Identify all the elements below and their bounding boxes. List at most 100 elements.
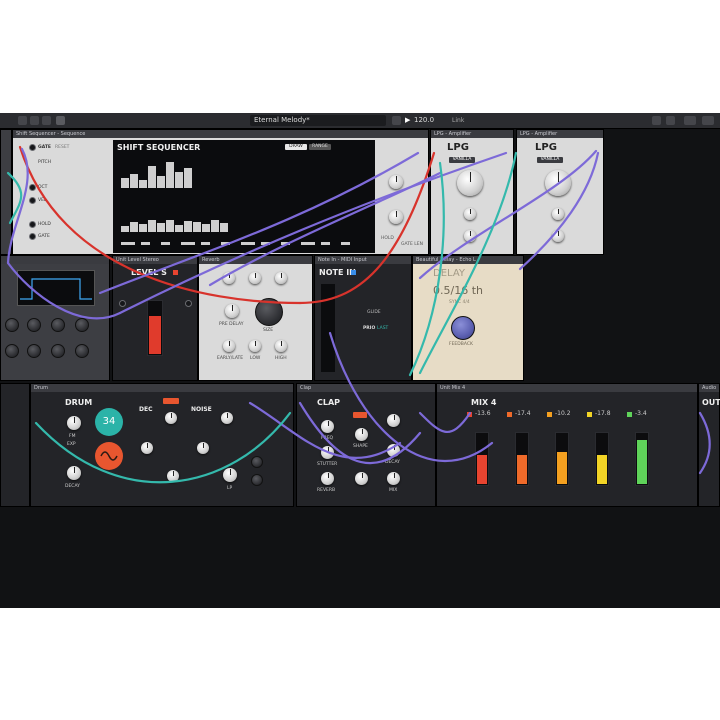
lpg-mode-badge[interactable]: VANILLA (537, 157, 563, 163)
velocity-step[interactable] (139, 224, 147, 232)
module-header[interactable] (1, 256, 109, 264)
velocity-step[interactable] (121, 226, 129, 232)
osc-knob-7[interactable] (51, 344, 65, 358)
mix-channel-strip[interactable]: -17.8 (585, 410, 619, 502)
oct-jack[interactable] (29, 184, 36, 191)
last-value[interactable]: LAST (377, 326, 388, 331)
noise-knob-2[interactable] (221, 412, 233, 424)
mix-channel-strip[interactable]: -13.6 (465, 410, 499, 502)
lpg-cutoff-knob[interactable] (545, 170, 571, 196)
osc-knob-8[interactable] (75, 344, 89, 358)
clap-mix-knob[interactable] (387, 472, 400, 485)
pitch-step[interactable] (130, 174, 138, 188)
gate-step[interactable] (221, 242, 230, 245)
reverb-knob-2[interactable] (249, 272, 261, 284)
module-header[interactable]: Shift Sequencer - Sequence (13, 130, 428, 138)
velocity-step[interactable] (202, 224, 210, 232)
pitch-display[interactable]: 34 (95, 408, 123, 436)
velocity-step[interactable] (130, 222, 138, 232)
velocity-step[interactable] (175, 225, 183, 232)
lpg-mode-badge[interactable]: VANILLA (449, 157, 475, 163)
gate-step[interactable] (141, 242, 150, 245)
module-header[interactable]: Note In - MIDI Input (315, 256, 411, 264)
gate-step[interactable] (301, 242, 315, 245)
project-title[interactable]: Eternal Melody* (250, 115, 386, 126)
help-icon[interactable] (666, 116, 675, 125)
pitch-step[interactable] (184, 168, 192, 188)
module-header[interactable]: Drum (31, 384, 293, 392)
module-header[interactable]: Clap (297, 384, 435, 392)
osc-knob-3[interactable] (51, 318, 65, 332)
clap-mode-chip[interactable] (353, 412, 367, 418)
note-in-module[interactable]: Note In - MIDI Input NOTE IN GLIDE PRIO … (314, 255, 412, 381)
osc-knob-6[interactable] (27, 344, 41, 358)
menu-icon[interactable] (18, 116, 27, 125)
clap-module[interactable]: Clap CLAP FREQ SHAPE STUTTER DECAY REVER… (296, 383, 436, 507)
drum-mode-chip[interactable] (163, 398, 179, 404)
dec-knob-1[interactable] (165, 412, 177, 424)
dec-knob-2[interactable] (141, 442, 153, 454)
level-out-jack[interactable] (185, 300, 192, 307)
drum-decay-knob[interactable] (67, 466, 81, 480)
mix-channel-strip[interactable]: -10.2 (545, 410, 579, 502)
velocity-step[interactable] (193, 222, 201, 232)
delay-time-value[interactable]: 0.5/16 th (433, 284, 483, 297)
pitch-step[interactable] (121, 178, 129, 188)
gate-step[interactable] (181, 242, 195, 245)
delay-module[interactable]: Beautiful Delay - Echo L DELAY 0.5/16 th… (412, 255, 524, 381)
pitch-step[interactable] (175, 172, 183, 188)
draw-button[interactable]: DRAW (285, 144, 307, 150)
drum-knob-3[interactable] (167, 470, 179, 482)
window-icon[interactable] (702, 116, 714, 125)
sequencer-display[interactable]: SHIFT SEQUENCER DRAW RANGE (113, 140, 375, 253)
gate-out-jack[interactable] (29, 233, 36, 240)
pitch-step[interactable] (139, 180, 147, 188)
osc-knob-1[interactable] (5, 318, 19, 332)
gate-step[interactable] (241, 242, 255, 245)
clap-decay-knob[interactable] (387, 444, 400, 457)
drum-module[interactable]: Drum DRUM FM EXP DECAY 34 DEC NOISE LP (30, 383, 294, 507)
level-stereo-module[interactable]: Unit Level Stereo LEVEL S (112, 255, 198, 381)
early-late-knob[interactable] (223, 340, 235, 352)
osc-knob-5[interactable] (5, 344, 19, 358)
module-header[interactable]: LPG - Amplifier (431, 130, 513, 138)
reverb-module[interactable]: Reverb PRE DELAY SIZE EARLY/LATE LOW HIG… (198, 255, 313, 381)
module-header[interactable]: Audio (699, 384, 719, 392)
clap-reverb-knob[interactable] (321, 472, 334, 485)
reverb-knob-1[interactable] (223, 272, 235, 284)
lpg-mod-knob[interactable] (464, 208, 476, 220)
module-header[interactable]: Beautiful Delay - Echo L (413, 256, 523, 264)
settings-icon[interactable] (652, 116, 661, 125)
pitch-step[interactable] (157, 176, 165, 188)
mix4-module[interactable]: Unit Mix 4 MIX 4 -13.6 -17.4 -10.2 -17.8 -3.… (436, 383, 698, 507)
link-button[interactable]: Link (452, 115, 464, 126)
noise-knob-1[interactable] (197, 442, 209, 454)
drum-knob-4[interactable] (251, 456, 263, 468)
gate-step[interactable] (161, 242, 170, 245)
module-header[interactable]: Reverb (199, 256, 312, 264)
freq-knob[interactable] (321, 420, 334, 433)
gate-step[interactable] (201, 242, 210, 245)
sequencer-knob-1[interactable] (389, 175, 403, 189)
vel-jack[interactable] (29, 197, 36, 204)
velocity-step[interactable] (166, 220, 174, 232)
lpg-module-a[interactable]: LPG - Amplifier LPG VANILLA (430, 129, 514, 255)
hold-jack[interactable] (29, 221, 36, 228)
fm-knob[interactable] (67, 416, 81, 430)
module-header[interactable]: Unit Mix 4 (437, 384, 697, 392)
feedback-knob[interactable] (451, 316, 475, 340)
metronome-icon[interactable] (392, 116, 401, 125)
clap-knob-bottom[interactable] (355, 472, 368, 485)
osc-knob-4[interactable] (75, 318, 89, 332)
drum-knob-5[interactable] (251, 474, 263, 486)
drum-cutoff-knob[interactable] (223, 468, 237, 482)
osc-knob-2[interactable] (27, 318, 41, 332)
high-knob[interactable] (275, 340, 287, 352)
tempo-readout[interactable]: 120.0 (414, 115, 434, 126)
module-header[interactable]: Unit Level Stereo (113, 256, 197, 264)
mix-channel-strip[interactable]: -3.4 (625, 410, 659, 502)
gate-step[interactable] (121, 242, 135, 245)
pitch-step[interactable] (166, 162, 174, 188)
shape-knob[interactable] (355, 428, 368, 441)
panel-toggle-icon[interactable] (30, 116, 39, 125)
